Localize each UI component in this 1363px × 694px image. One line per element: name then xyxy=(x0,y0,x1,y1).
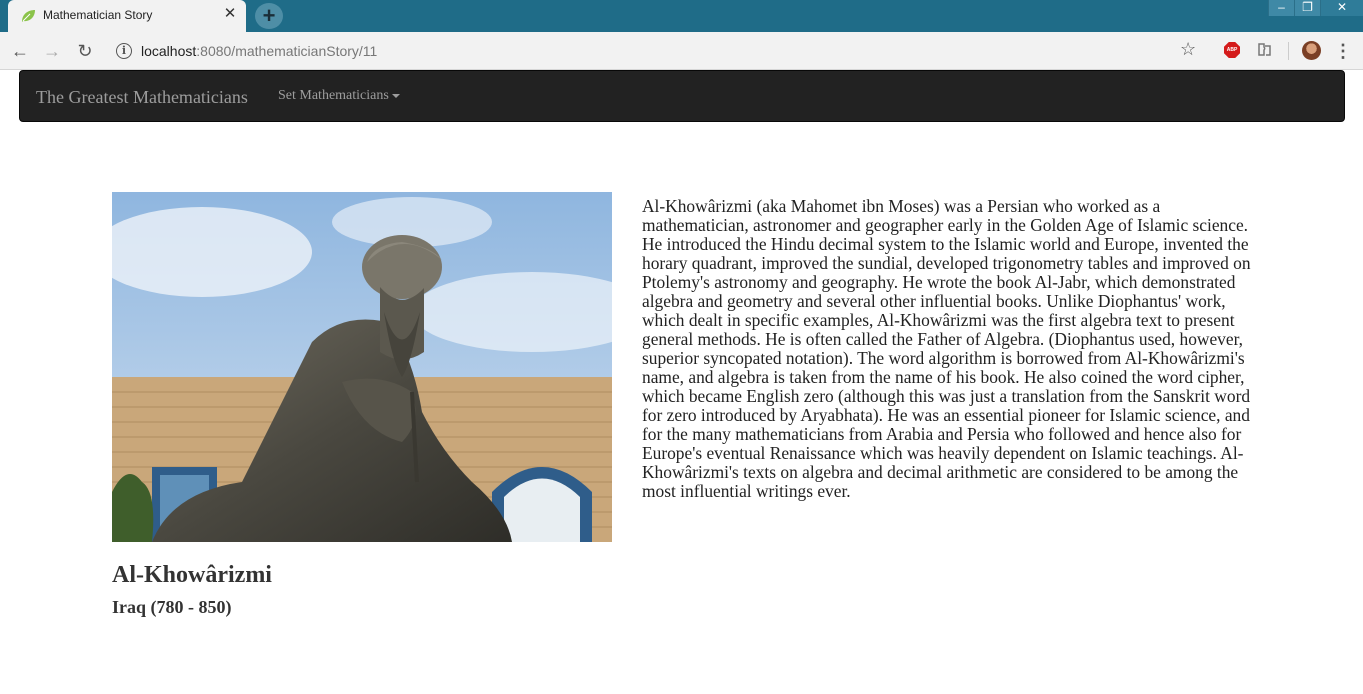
mathematician-name: Al-Khowârizmi xyxy=(112,562,272,588)
browser-titlebar: Mathematician Story ✕ + – ❐ ✕ xyxy=(0,0,1363,32)
navbar-brand[interactable]: The Greatest Mathematicians xyxy=(36,87,248,108)
dropdown-label: Set Mathematicians xyxy=(278,88,389,103)
mathematician-portrait xyxy=(112,192,612,542)
browser-toolbar: ← → ↻ i localhost:8080/mathematicianStor… xyxy=(0,32,1363,70)
close-icon[interactable]: ✕ xyxy=(222,6,238,22)
statue-photo xyxy=(112,192,612,542)
profile-avatar[interactable] xyxy=(1302,41,1321,60)
more-menu-icon[interactable]: ⋮ xyxy=(1334,40,1352,62)
toolbar-divider xyxy=(1288,42,1289,60)
site-navbar: The Greatest Mathematicians Set Mathemat… xyxy=(19,70,1345,122)
info-icon[interactable]: i xyxy=(116,43,132,59)
maximize-icon[interactable]: ❐ xyxy=(1294,0,1320,16)
plus-icon[interactable]: + xyxy=(255,3,283,29)
reload-icon[interactable]: ↻ xyxy=(74,40,96,62)
set-mathematicians-dropdown[interactable]: Set Mathematicians xyxy=(278,88,400,104)
caret-down-icon xyxy=(391,93,400,98)
mathematician-story: Al-Khowârizmi (aka Mahomet ibn Moses) wa… xyxy=(642,196,1251,501)
minimize-icon[interactable]: – xyxy=(1268,0,1294,16)
forward-arrow-icon[interactable]: → xyxy=(41,40,63,62)
leaf-favicon-icon xyxy=(22,10,35,22)
star-icon[interactable]: ☆ xyxy=(1180,39,1196,60)
back-arrow-icon[interactable]: ← xyxy=(9,40,31,62)
window-close-icon[interactable]: ✕ xyxy=(1320,0,1363,16)
url-host: localhost xyxy=(141,43,197,59)
adblock-icon[interactable]: ABP xyxy=(1224,42,1240,58)
mathematician-origin: Iraq (780 - 850) xyxy=(112,597,232,617)
tab-title: Mathematician Story xyxy=(43,8,153,22)
extension-icon[interactable] xyxy=(1256,41,1273,58)
address-bar[interactable]: localhost:8080/mathematicianStory/11 xyxy=(141,43,377,59)
url-path: :8080/mathematicianStory/11 xyxy=(196,43,378,59)
browser-tab[interactable]: Mathematician Story ✕ xyxy=(8,0,246,32)
